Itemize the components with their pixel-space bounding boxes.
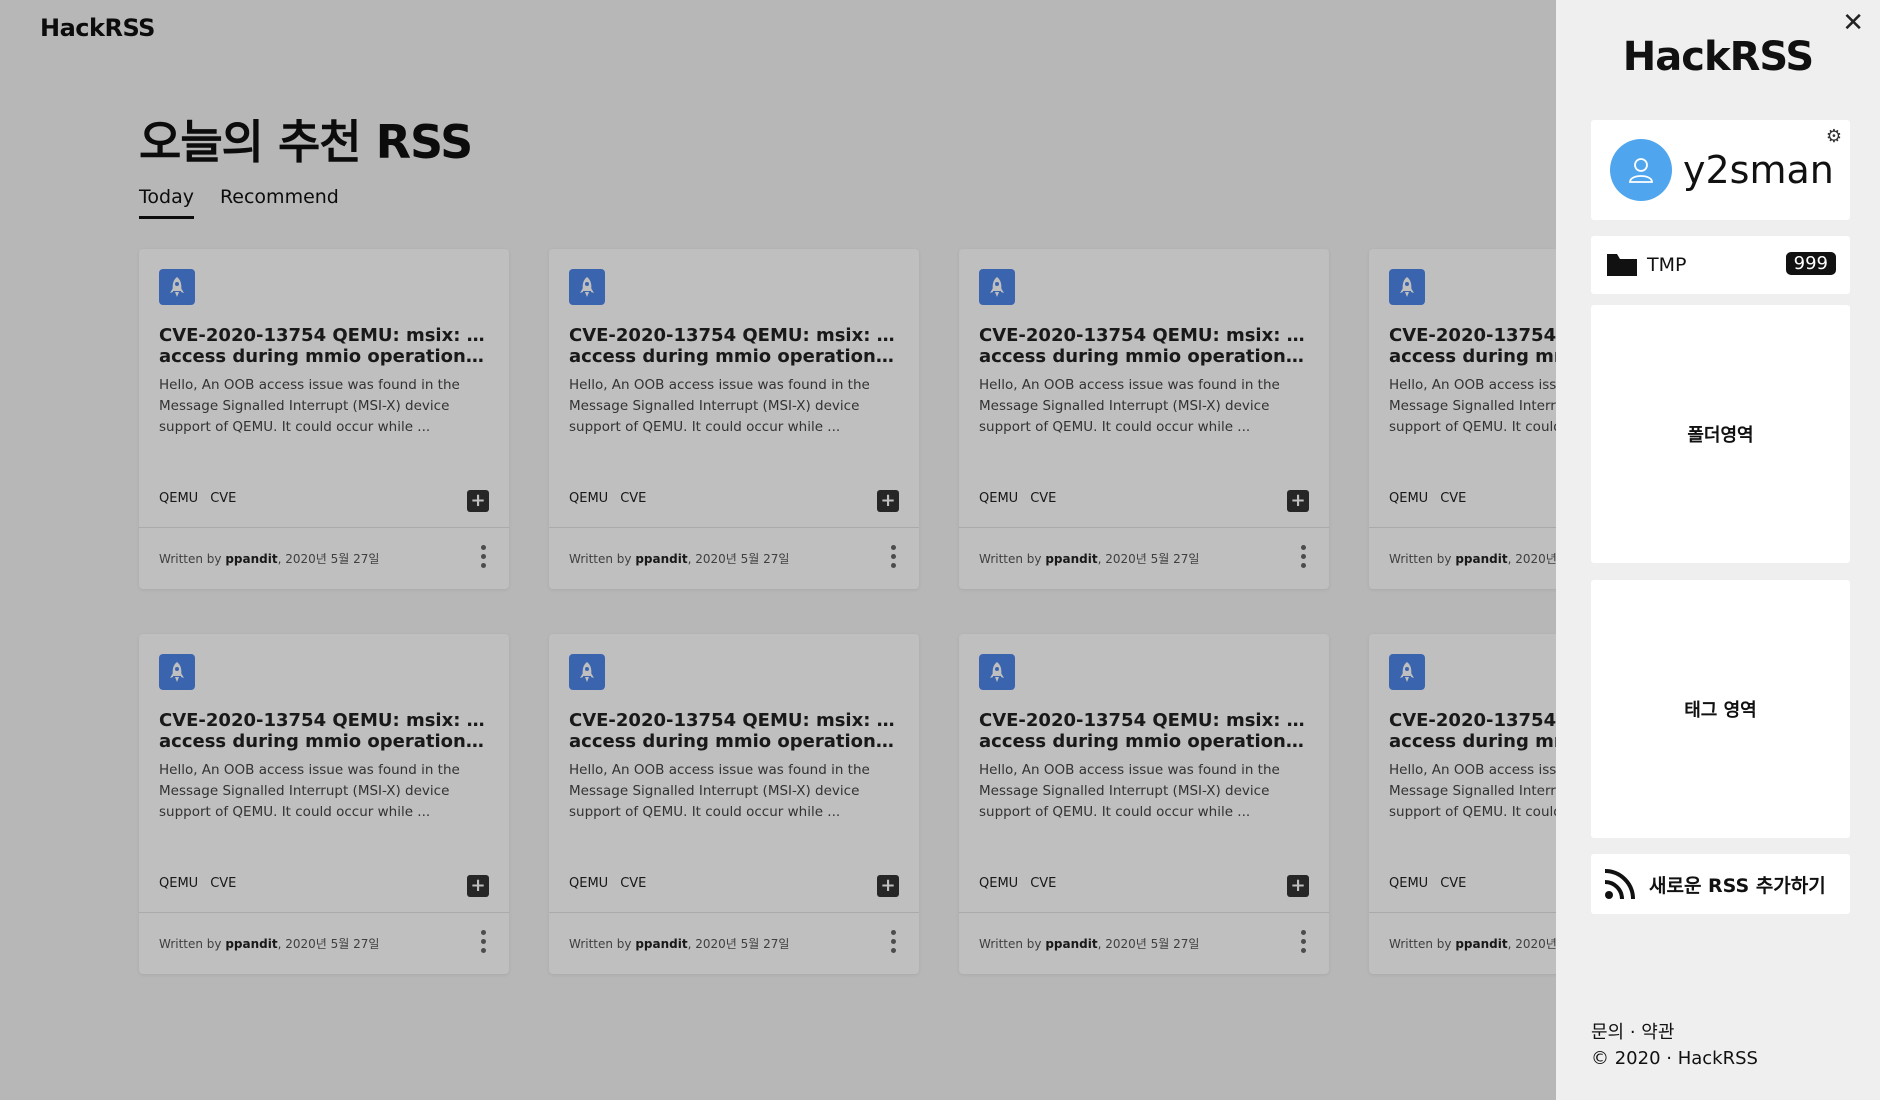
- add-rss-label: 새로운 RSS 추가하기: [1649, 874, 1826, 897]
- username: y2sman: [1683, 148, 1834, 192]
- copyright: © 2020 · HackRSS: [1591, 1048, 1758, 1069]
- user-icon: [1629, 158, 1653, 183]
- tag-area: 태그 영역: [1591, 580, 1850, 838]
- panel-logo: HackRSS: [1622, 34, 1814, 80]
- folder-area: 폴더영역: [1591, 305, 1850, 563]
- side-panel: ✕ HackRSS y2sman ⚙ TMP 999 폴더영역 태그 영역 새로…: [1556, 0, 1880, 1100]
- footer-links[interactable]: 문의 · 약관: [1591, 1018, 1674, 1044]
- add-rss-button[interactable]: 새로운 RSS 추가하기: [1591, 854, 1850, 914]
- unread-count-badge: 999: [1785, 252, 1836, 275]
- main-content: HackRSS 오늘의 추천 RSS Today Recommend CVE-2…: [0, 0, 1556, 1100]
- gear-icon[interactable]: ⚙: [1826, 126, 1842, 147]
- close-icon[interactable]: ✕: [1842, 10, 1864, 36]
- modal-backdrop[interactable]: [0, 0, 1556, 1100]
- rss-icon: [1604, 869, 1635, 900]
- folder-icon: [1607, 254, 1637, 276]
- folder-name: TMP: [1647, 254, 1687, 276]
- user-profile-card: y2sman ⚙: [1591, 120, 1850, 220]
- folder-item-tmp[interactable]: TMP 999: [1591, 236, 1850, 294]
- avatar[interactable]: [1610, 139, 1672, 201]
